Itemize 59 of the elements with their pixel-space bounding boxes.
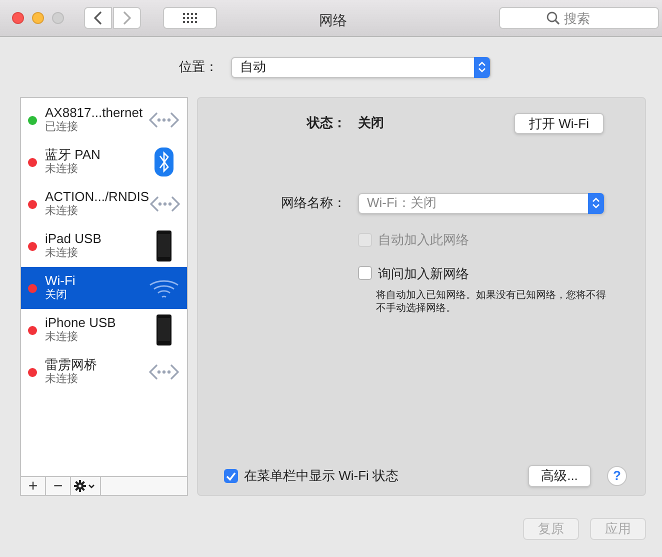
service-item[interactable]: iPad USB 未连接 [21,225,187,267]
service-status: 已连接 [45,120,79,134]
location-label: 位置： [179,58,218,76]
add-button[interactable]: + [21,477,46,495]
phone-icon [156,314,172,346]
advanced-button[interactable]: 高级... [528,465,591,487]
chevron-updown-icon [478,61,486,73]
network-name-popup[interactable]: Wi-Fi：关闭 [358,192,605,214]
service-item[interactable]: Wi-Fi 关闭 [21,267,187,309]
remove-button[interactable]: − [46,477,71,495]
checkbox-label: 自动加入此网络 [378,231,469,249]
checkbox-label: 在菜单栏中显示 Wi-Fi 状态 [244,467,399,486]
checkbox[interactable] [358,266,372,280]
ethernet-icon [148,363,180,381]
checkbox[interactable] [224,469,238,483]
action-menu-button[interactable] [71,477,101,495]
location-popup[interactable]: 自动 [231,56,491,78]
service-item[interactable]: 雷雳网桥 未连接 [21,351,187,393]
close-button[interactable] [12,12,24,24]
service-status: 未连接 [45,204,79,218]
network-name-label: 网络名称： [280,194,346,212]
service-name: 雷雳网桥 [45,358,98,372]
service-name: AX8817...thernet [45,106,144,120]
gear-icon [74,480,98,492]
ethernet-icon [148,111,180,129]
chevron-updown-icon [592,197,600,209]
service-name: 蓝牙 PAN [45,148,102,162]
phone-icon [156,230,172,262]
checkbox-label: 询问加入新网络 [378,264,469,282]
ethernet-icon [149,195,182,213]
service-item[interactable]: 蓝牙 PAN 未连接 [21,141,187,183]
service-item[interactable]: AX8817...thernet 已连接 [21,99,187,141]
service-name: Wi-Fi [45,274,76,288]
service-name: iPad USB [45,232,102,246]
service-status: 未连接 [45,162,79,176]
service-name: ACTION.../RNDIS [45,190,150,204]
service-status: 关闭 [45,288,68,302]
help-button[interactable]: ? [607,466,627,486]
window-title: 网络 [319,11,347,30]
service-item[interactable]: ACTION.../RNDIS 未连接 [21,183,187,225]
back-icon [94,11,102,25]
service-status: 未连接 [45,330,79,344]
service-status: 未连接 [45,246,79,260]
search-field[interactable]: 搜索 [499,7,659,29]
status-value: 关闭 [358,114,385,132]
grid-icon [183,13,197,23]
forward-icon [123,11,131,25]
checkmark-icon [226,472,236,480]
back-button[interactable] [84,7,112,29]
service-item[interactable]: iPhone USB 未连接 [21,309,187,351]
minimize-button[interactable] [32,12,44,24]
bluetooth-icon [154,147,174,177]
service-name: iPhone USB [45,316,117,330]
show-all-button[interactable] [163,7,217,29]
status-label: 状态： [305,114,346,132]
service-status: 未连接 [45,372,79,386]
search-icon [546,11,560,25]
help-text: 将自动加入已知网络。如果没有已知网络，您将不得不手动选择网络。 [376,289,607,315]
turn-on-wifi-button[interactable]: 打开 Wi-Fi [514,112,604,134]
